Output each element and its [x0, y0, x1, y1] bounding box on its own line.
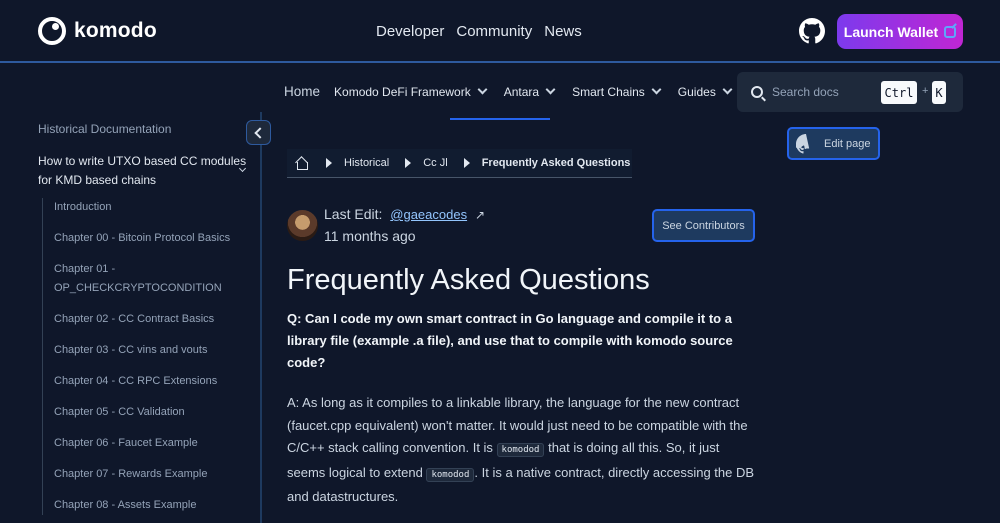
docnav-smart-chains[interactable]: Smart Chains — [572, 85, 664, 99]
sidebar-item-chapter-08[interactable]: Chapter 08 - Assets Example — [43, 496, 242, 515]
docnav-antara-label: Antara — [503, 84, 540, 99]
komodo-logo-icon — [38, 17, 66, 45]
sidebar-item-chapter-03[interactable]: Chapter 03 - CC vins and vouts — [43, 341, 242, 360]
sidebar-list: Introduction Chapter 00 - Bitcoin Protoc… — [42, 198, 242, 515]
faq-question: Q: Can I code my own smart contract in G… — [287, 311, 733, 370]
chevron-down-icon — [722, 84, 733, 95]
avatar — [287, 210, 318, 241]
home-icon[interactable] — [295, 157, 308, 170]
docnav-home[interactable]: Home — [284, 84, 320, 99]
docnav-guides-label: Guides — [677, 84, 716, 99]
sidebar: Historical Documentation How to write UT… — [0, 112, 271, 523]
faq-answer: A: As long as it compiles to a linkable … — [287, 392, 757, 509]
chevron-down-icon — [477, 84, 488, 95]
inline-code: komodod — [426, 467, 475, 482]
active-nav-indicator — [450, 118, 550, 120]
docs-nav: Home Komodo DeFi Framework Antara Smart … — [284, 84, 735, 99]
sidebar-item-chapter-01[interactable]: Chapter 01 - OP_CHECKCRYPTOCONDITION — [43, 260, 222, 298]
search-placeholder: Search docs — [772, 85, 839, 99]
komodo-logo[interactable]: komodo — [38, 17, 157, 45]
launch-wallet-button[interactable]: Launch Wallet — [837, 14, 963, 49]
docnav-antara[interactable]: Antara — [504, 85, 558, 99]
docnav-defi-framework[interactable]: Komodo DeFi Framework — [334, 85, 490, 99]
sidebar-item-chapter-05[interactable]: Chapter 05 - CC Validation — [43, 403, 242, 422]
page-title: Frequently Asked Questions — [287, 264, 650, 296]
breadcrumb-historical[interactable]: Historical — [344, 157, 389, 169]
breadcrumb-separator-icon — [326, 158, 332, 168]
sidebar-item-chapter-02[interactable]: Chapter 02 - CC Contract Basics — [43, 310, 242, 329]
inline-code: komodod — [496, 443, 545, 457]
top-header: komodo Developer Community News Launch W… — [0, 0, 1000, 63]
collapse-sidebar-button[interactable] — [246, 120, 271, 145]
github-icon — [796, 133, 810, 154]
sidebar-heading[interactable]: Historical Documentation — [38, 122, 171, 136]
search-icon — [751, 86, 763, 98]
search-docs-button[interactable]: Search docs Ctrl + K — [737, 72, 963, 112]
chevron-down-icon — [651, 84, 662, 95]
breadcrumb-separator-icon — [405, 158, 412, 168]
external-arrow-icon: ↗ — [474, 208, 486, 222]
docnav-defi-framework-label: Komodo DeFi Framework — [334, 84, 471, 99]
nav-developer[interactable]: Developer — [376, 23, 444, 40]
sidebar-section-utxo-cc[interactable]: How to write UTXO based CC modules for K… — [38, 152, 248, 190]
edit-page-label: Edit page — [824, 137, 871, 150]
chevron-down-icon — [545, 84, 556, 95]
logo-text: komodo — [74, 19, 157, 42]
breadcrumb-cc-jl[interactable]: Cc Jl — [423, 157, 447, 169]
last-edit-label: Last Edit: — [324, 206, 383, 222]
launch-wallet-label: Launch Wallet — [843, 23, 939, 40]
nav-news[interactable]: News — [544, 23, 582, 40]
breadcrumb-current: Frequently Asked Questions — [481, 157, 631, 169]
editor-link[interactable]: @gaeacodes — [390, 207, 467, 222]
last-edit-time: 11 months ago — [324, 228, 416, 244]
nav-community[interactable]: Community — [456, 23, 532, 40]
last-edit: Last Edit: @gaeacodes ↗ — [324, 206, 485, 222]
sidebar-section-label: How to write UTXO based CC modules for K… — [38, 154, 247, 187]
sidebar-item-chapter-07[interactable]: Chapter 07 - Rewards Example — [43, 465, 242, 484]
plus-sign: + — [922, 85, 929, 97]
docnav-smart-chains-label: Smart Chains — [572, 84, 645, 99]
sidebar-item-introduction[interactable]: Introduction — [43, 198, 242, 217]
docnav-guides[interactable]: Guides — [678, 85, 735, 99]
external-link-icon — [944, 25, 957, 38]
breadcrumb: Historical Cc Jl Frequently Asked Questi… — [287, 149, 632, 178]
github-icon[interactable] — [799, 18, 825, 44]
sidebar-item-chapter-06[interactable]: Chapter 06 - Faucet Example — [43, 434, 242, 453]
see-contributors-button[interactable]: See Contributors — [652, 209, 755, 242]
sidebar-item-chapter-00[interactable]: Chapter 00 - Bitcoin Protocol Basics — [43, 229, 242, 248]
k-key: K — [932, 81, 946, 104]
top-nav: Developer Community News — [376, 23, 582, 40]
sidebar-item-chapter-04[interactable]: Chapter 04 - CC RPC Extensions — [43, 372, 242, 391]
ctrl-key: Ctrl — [881, 81, 917, 104]
breadcrumb-separator-icon — [463, 158, 470, 168]
edit-page-button[interactable]: Edit page — [787, 127, 880, 160]
